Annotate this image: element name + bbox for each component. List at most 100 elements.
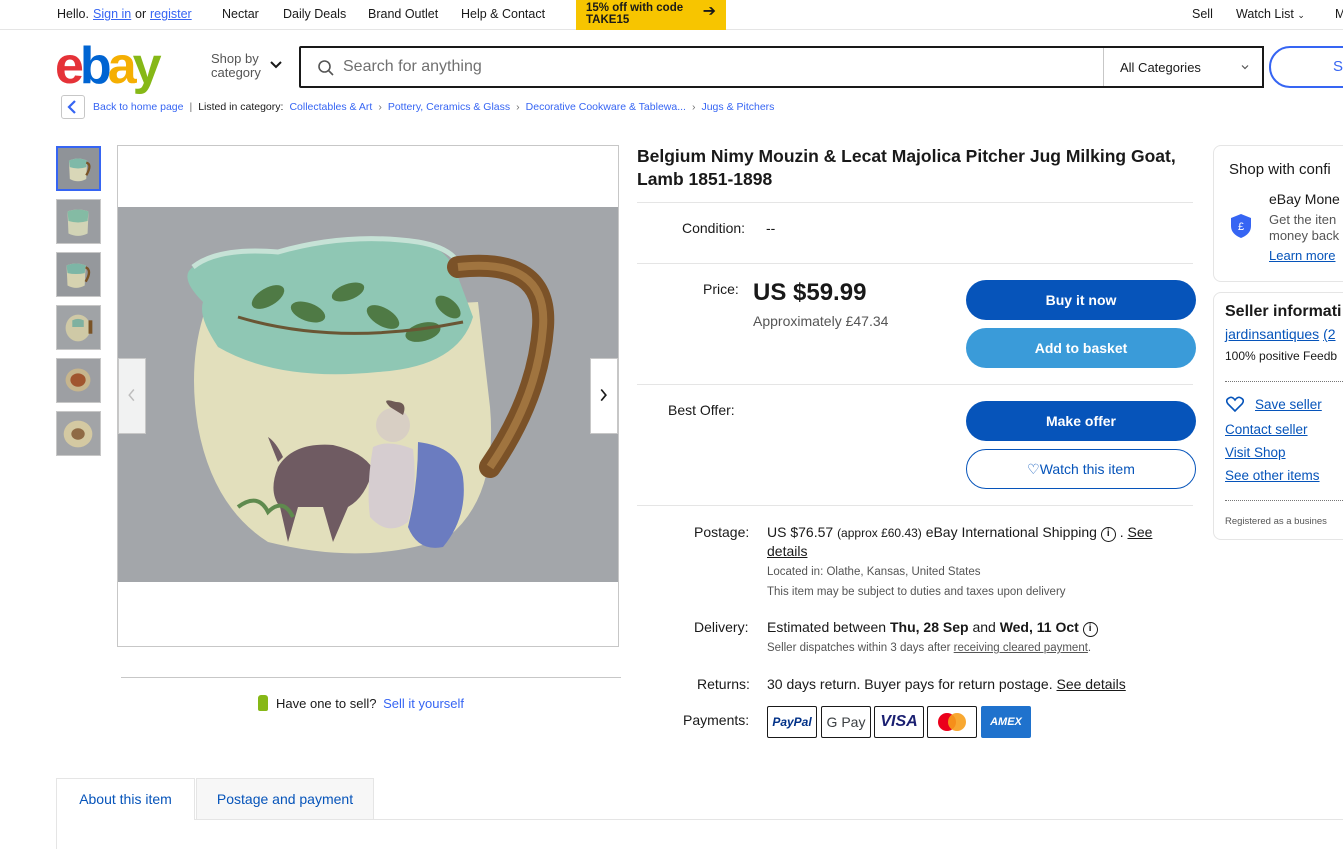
- item-title: Belgium Nimy Mouzin & Lecat Majolica Pit…: [637, 146, 1176, 189]
- divider: [1225, 500, 1343, 501]
- seller-information-panel: Seller informati jardinsantiques (2 100%…: [1213, 292, 1343, 540]
- sell-it-link[interactable]: Sell it yourself: [383, 696, 464, 711]
- save-seller-link[interactable]: Save seller: [1255, 397, 1322, 412]
- condition-label: Condition:: [682, 220, 746, 236]
- cleared-payment-link[interactable]: receiving cleared payment: [954, 642, 1088, 654]
- breadcrumb-item[interactable]: Decorative Cookware & Tablewa...: [526, 101, 686, 113]
- postage-price: US $76.57: [767, 524, 834, 540]
- chevron-down-icon[interactable]: [268, 56, 284, 72]
- add-to-basket-button[interactable]: Add to basket: [966, 328, 1196, 368]
- breadcrumb-item[interactable]: Pottery, Ceramics & Glass: [388, 101, 510, 113]
- thumbnail[interactable]: [56, 146, 101, 191]
- promo-banner[interactable]: 15% off with code TAKE15 ➔: [576, 0, 726, 30]
- my-ebay-link[interactable]: M: [1335, 7, 1343, 21]
- product-photo: [118, 207, 618, 582]
- info-icon[interactable]: i: [1082, 622, 1098, 637]
- seller-name-link[interactable]: jardinsantiques: [1225, 326, 1319, 342]
- category-selected: All Categories: [1120, 60, 1201, 75]
- returns-details-link[interactable]: See details: [1057, 676, 1126, 692]
- learn-more-link[interactable]: Learn more: [1269, 248, 1335, 263]
- nectar-link[interactable]: Nectar: [222, 7, 259, 21]
- thumbnail[interactable]: [56, 305, 101, 350]
- search-icon: [318, 60, 334, 76]
- shop-by-category-button[interactable]: Shop by category: [211, 52, 261, 80]
- paypal-icon: PayPal: [767, 706, 817, 738]
- thumbnail[interactable]: [56, 411, 101, 456]
- top-bar: Hello. Sign in or register Nectar Daily …: [0, 0, 1343, 30]
- category-select[interactable]: All Categories: [1103, 48, 1264, 86]
- shop-by-line2: category: [211, 65, 261, 80]
- see-details-link[interactable]: See: [1127, 524, 1152, 540]
- watch-item-button[interactable]: ♡Watch this item: [966, 449, 1196, 489]
- main-image[interactable]: [117, 145, 619, 647]
- price-approx: Approximately £47.34: [753, 313, 889, 329]
- thumbnail[interactable]: [56, 252, 101, 297]
- breadcrumb-item[interactable]: Jugs & Pitchers: [701, 101, 774, 113]
- seller-feedback: 100% positive Feedb: [1225, 349, 1338, 363]
- brand-outlet-link[interactable]: Brand Outlet: [368, 7, 438, 21]
- search-input[interactable]: [343, 54, 1083, 80]
- back-home-link[interactable]: Back to home page: [93, 101, 183, 113]
- google-pay-icon: G Pay: [821, 706, 871, 738]
- duties-note: This item may be subject to duties and t…: [767, 586, 1066, 598]
- contact-seller-link[interactable]: Contact seller: [1225, 422, 1308, 437]
- help-contact-link[interactable]: Help & Contact: [461, 7, 545, 21]
- next-image-button[interactable]: [590, 358, 618, 434]
- arrow-right-icon: ➔: [702, 3, 716, 20]
- returns-text: 30 days return. Buyer pays for return po…: [767, 676, 1053, 692]
- postage-value: US $76.57 (approx £60.43) eBay Internati…: [767, 524, 1153, 542]
- thumbnail[interactable]: [56, 358, 101, 403]
- seller-heading: Seller informati: [1225, 303, 1342, 320]
- delivery-to: Wed, 11 Oct: [999, 619, 1079, 635]
- shop-by-line1: Shop by: [211, 51, 259, 66]
- ebay-logo[interactable]: ebay: [55, 40, 162, 92]
- buy-it-now-button[interactable]: Buy it now: [966, 280, 1196, 320]
- see-other-items-link[interactable]: See other items: [1225, 468, 1320, 483]
- money-back-line2: money back: [1269, 228, 1340, 243]
- info-icon[interactable]: i: [1100, 527, 1116, 542]
- visit-shop-link[interactable]: Visit Shop: [1225, 445, 1286, 460]
- divider: [637, 263, 1193, 264]
- make-offer-button[interactable]: Make offer: [966, 401, 1196, 441]
- postage-details-link[interactable]: details: [767, 543, 807, 559]
- price-value: US $59.99: [753, 279, 867, 306]
- delivery-from: Thu, 28 Sep: [889, 619, 969, 635]
- daily-deals-link[interactable]: Daily Deals: [283, 7, 346, 21]
- tab-content: [56, 819, 1343, 849]
- seller-name-row: jardinsantiques (2: [1225, 326, 1336, 342]
- search-button[interactable]: Se: [1269, 46, 1343, 88]
- chevron-right-icon: [600, 388, 607, 402]
- tab-postage-payment[interactable]: Postage and payment: [196, 778, 374, 820]
- seller-score-link[interactable]: (2: [1323, 326, 1335, 342]
- postage-label: Postage:: [694, 524, 750, 540]
- visa-icon: VISA: [874, 706, 924, 738]
- chevron-left-icon: [67, 100, 76, 114]
- shield-icon: £: [1231, 214, 1251, 238]
- postage-approx: (approx £60.43): [837, 526, 922, 540]
- search-bar: All Categories: [299, 46, 1264, 88]
- sell-link[interactable]: Sell: [1192, 7, 1213, 21]
- delivery-text: Estimated between: [767, 619, 887, 635]
- confidence-heading: Shop with confi: [1229, 161, 1331, 178]
- payments-label: Payments:: [683, 712, 750, 728]
- divider: [121, 677, 621, 678]
- returns-label: Returns:: [697, 676, 750, 692]
- back-button[interactable]: [61, 95, 85, 119]
- dispatch-note: Seller dispatches within 3 days after re…: [767, 642, 1092, 654]
- prev-image-button[interactable]: [118, 358, 146, 434]
- heart-icon[interactable]: [1226, 396, 1244, 412]
- watch-list-link[interactable]: Watch List ⌄: [1236, 7, 1305, 21]
- tab-about-item[interactable]: About this item: [56, 778, 195, 820]
- or-text: or: [135, 7, 147, 21]
- thumbnail[interactable]: [56, 199, 101, 244]
- dispatch-text: Seller dispatches within 3 days after: [767, 642, 951, 654]
- watch-list-label: Watch List: [1236, 7, 1294, 21]
- watch-item-label: Watch this item: [1039, 461, 1135, 477]
- have-one-text: Have one to sell?: [276, 696, 377, 711]
- returns-value: 30 days return. Buyer pays for return po…: [767, 676, 1126, 692]
- register-link[interactable]: register: [150, 7, 192, 21]
- sign-in-link[interactable]: Sign in: [93, 7, 131, 21]
- registered-business-note: Registered as a busines: [1225, 516, 1327, 527]
- sell-it-yourself: Have one to sell? Sell it yourself: [258, 695, 464, 711]
- breadcrumb-item[interactable]: Collectables & Art: [289, 101, 372, 113]
